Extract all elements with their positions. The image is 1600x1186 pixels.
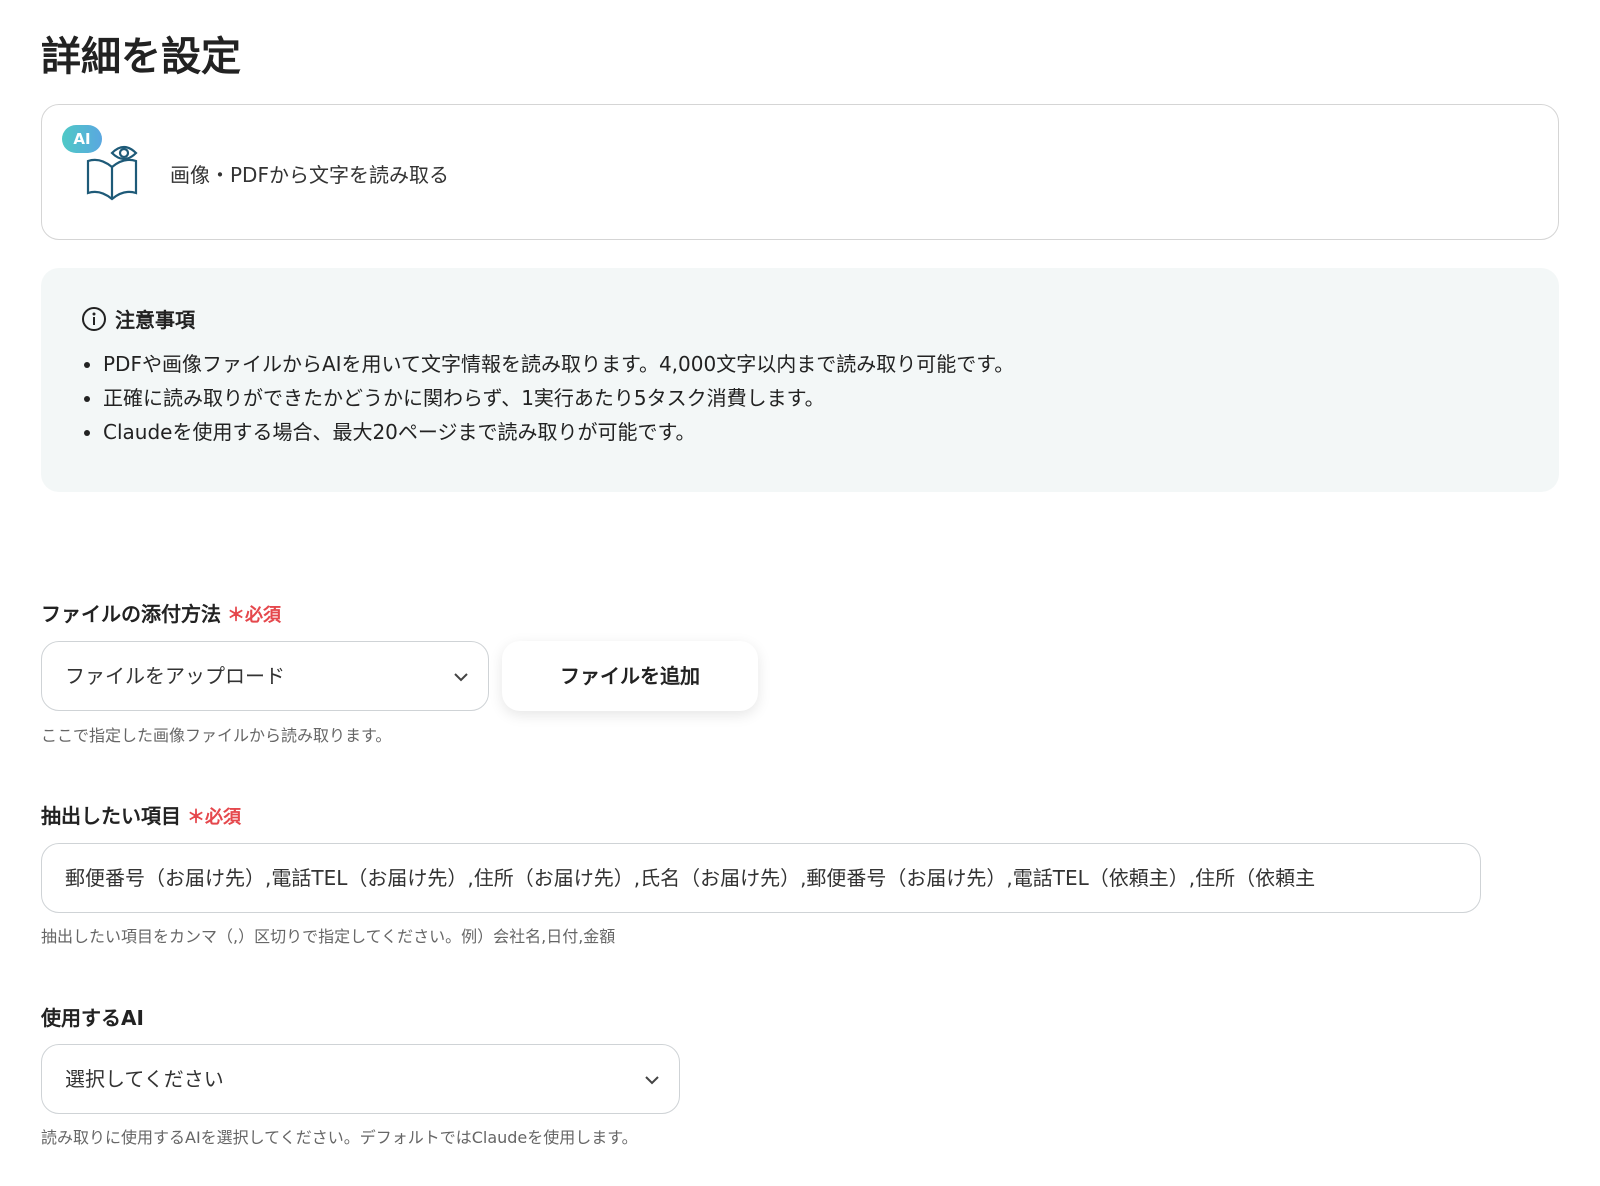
ai-model-hint: 読み取りに使用するAIを選択してください。デフォルトではClaudeを使用します… — [41, 1128, 638, 1147]
notice-item: PDFや画像ファイルからAIを用いて文字情報を読み取ります。4,000文字以内ま… — [103, 347, 1519, 381]
operation-card: AI 画像・PDFから文字を読み取る — [41, 104, 1559, 240]
extract-items-label: 抽出したい項目 ＊必須 — [41, 804, 241, 828]
required-badge: ＊必須 — [187, 807, 241, 828]
book-eye-icon — [86, 145, 138, 201]
attach-method-label: ファイルの添付方法 ＊必須 — [41, 602, 281, 626]
required-badge: ＊必須 — [227, 605, 281, 626]
chevron-down-icon — [645, 1076, 659, 1085]
notice-item: 正確に読み取りができたかどうかに関わらず、1実行あたり5タスク消費します。 — [103, 381, 1519, 415]
extract-hint: 抽出したい項目をカンマ（,）区切りで指定してください。例）会社名,日付,金額 — [41, 927, 616, 946]
chevron-down-icon — [454, 673, 468, 682]
notice-item: Claudeを使用する場合、最大20ページまで読み取りが可能です。 — [103, 415, 1519, 449]
page-title: 詳細を設定 — [41, 34, 241, 80]
notice-box: 注意事項 PDFや画像ファイルからAIを用いて文字情報を読み取ります。4,000… — [41, 268, 1559, 492]
notice-heading: 注意事項 — [115, 308, 195, 332]
ai-model-select[interactable]: 選択してください — [41, 1044, 680, 1114]
extract-items-input[interactable]: 郵便番号（お届け先）,電話TEL（お届け先）,住所（お届け先）,氏名（お届け先）… — [41, 843, 1481, 913]
attach-method-select[interactable]: ファイルをアップロード — [41, 641, 489, 711]
ai-model-value: 選択してください — [65, 1067, 224, 1091]
info-icon — [82, 306, 106, 331]
add-file-button[interactable]: ファイルを追加 — [502, 641, 758, 711]
operation-label: 画像・PDFから文字を読み取る — [170, 163, 449, 187]
attach-method-value: ファイルをアップロード — [65, 664, 285, 688]
ai-model-label: 使用するAI — [41, 1006, 144, 1030]
attach-hint: ここで指定した画像ファイルから読み取ります。 — [41, 726, 392, 745]
